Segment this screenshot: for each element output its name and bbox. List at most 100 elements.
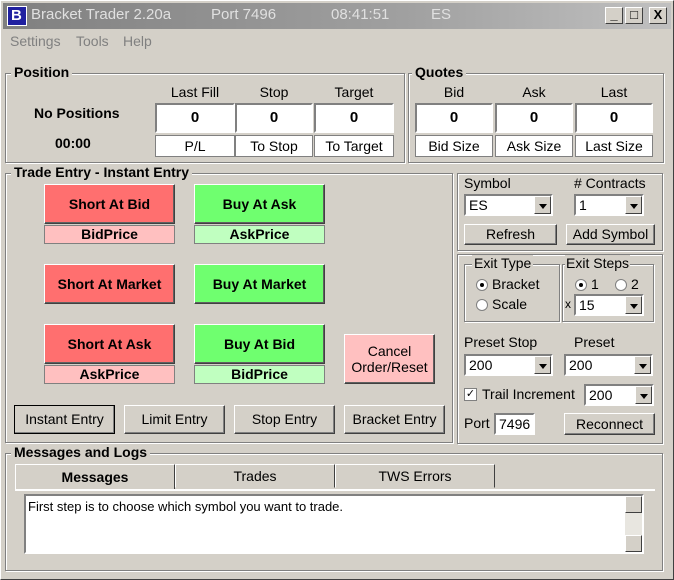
clock: 08:41:51 <box>331 6 390 23</box>
scroll-down-icon[interactable] <box>625 535 642 552</box>
to-target-value: To Target <box>314 135 394 157</box>
tab-tws-errors[interactable]: TWS Errors <box>335 464 495 488</box>
trail-increment-value: 200 <box>589 387 613 403</box>
preset-label: Preset <box>574 334 615 350</box>
position-timer: 00:00 <box>55 135 91 151</box>
cancel-line-2: Order/Reset <box>351 359 428 375</box>
steps-1-label: 1 <box>591 276 599 292</box>
steps-select-value: 15 <box>579 297 595 313</box>
symbol-label: Symbol <box>464 175 511 191</box>
menu-tools[interactable]: Tools <box>76 33 109 49</box>
last-size: Last Size <box>575 135 653 157</box>
to-stop-value: To Stop <box>235 135 313 157</box>
tab-trades[interactable]: Trades <box>175 464 335 488</box>
ask-value: 0 <box>495 103 573 133</box>
port-input[interactable]: 7496 <box>494 413 535 435</box>
buy-at-market-button[interactable]: Buy At Market <box>194 264 325 304</box>
steps-2-radio[interactable] <box>615 279 627 291</box>
preset-stop-select[interactable]: 200 <box>464 354 553 376</box>
menu-help[interactable]: Help <box>123 33 152 49</box>
preset-select[interactable]: 200 <box>564 354 653 376</box>
trail-increment-label: Trail Increment <box>482 386 575 402</box>
maximize-button[interactable]: □ <box>625 7 643 24</box>
chevron-down-icon[interactable] <box>625 296 642 314</box>
app-title: Bracket Trader 2.20a <box>31 6 172 23</box>
exit-type-label: Exit Type <box>472 255 534 271</box>
add-symbol-button[interactable]: Add Symbol <box>566 224 655 245</box>
title-bar[interactable]: B Bracket Trader 2.20a Port 7496 08:41:5… <box>3 3 671 29</box>
last-header: Last <box>600 84 628 100</box>
short-at-market-button[interactable]: Short At Market <box>44 264 175 304</box>
exit-type-group <box>464 264 560 322</box>
steps-select[interactable]: 15 <box>574 294 644 316</box>
symbol-select[interactable]: ES <box>464 194 553 216</box>
quotes-group-label: Quotes <box>412 64 467 80</box>
steps-2-label: 2 <box>631 276 639 292</box>
cancel-order-reset-button[interactable]: Cancel Order/Reset <box>344 334 435 384</box>
buy-at-bid-button[interactable]: Buy At Bid <box>194 324 325 364</box>
menu-settings[interactable]: Settings <box>10 33 61 49</box>
short-at-bid-button[interactable]: Short At Bid <box>44 184 175 224</box>
stop-value: 0 <box>235 103 313 133</box>
exit-steps-label: Exit Steps <box>565 255 631 271</box>
chevron-down-icon[interactable] <box>534 356 551 374</box>
contracts-select[interactable]: 1 <box>574 194 644 216</box>
bid-price-label-2: BidPrice <box>194 365 325 384</box>
preset-stop-value: 200 <box>469 357 493 373</box>
last-fill-value: 0 <box>155 103 235 133</box>
bracket-radio-label: Bracket <box>492 276 540 292</box>
bid-price-label: BidPrice <box>44 225 175 244</box>
cancel-line-1: Cancel <box>367 343 412 359</box>
preset-stop-label: Preset Stop <box>464 334 538 350</box>
contracts-select-value: 1 <box>579 197 587 213</box>
refresh-button[interactable]: Refresh <box>464 224 557 245</box>
ask-header: Ask <box>522 84 546 100</box>
contracts-label: # Contracts <box>574 175 646 191</box>
port-input-value: 7496 <box>499 416 531 432</box>
steps-multiplier-label: x <box>565 297 571 311</box>
preset-value: 200 <box>569 357 593 373</box>
stop-entry-button[interactable]: Stop Entry <box>234 405 335 434</box>
bracket-entry-button[interactable]: Bracket Entry <box>344 405 445 434</box>
trade-entry-group-label: Trade Entry - Instant Entry <box>11 164 193 180</box>
messages-group-label: Messages and Logs <box>11 444 151 460</box>
messages-textarea[interactable]: First step is to choose which symbol you… <box>24 494 644 554</box>
pl-value: P/L <box>155 135 235 157</box>
bid-size: Bid Size <box>415 135 493 157</box>
ask-size: Ask Size <box>495 135 573 157</box>
symbol-select-value: ES <box>469 197 488 213</box>
last-value: 0 <box>575 103 653 133</box>
reconnect-button[interactable]: Reconnect <box>564 413 655 435</box>
stop-header: Stop <box>259 84 289 100</box>
chevron-down-icon[interactable] <box>625 196 642 214</box>
trail-increment-select[interactable]: 200 <box>584 384 654 406</box>
buy-at-ask-button[interactable]: Buy At Ask <box>194 184 325 224</box>
minimize-button[interactable]: _ <box>605 7 623 24</box>
limit-entry-button[interactable]: Limit Entry <box>124 405 225 434</box>
position-group-label: Position <box>11 64 73 80</box>
bracket-radio[interactable] <box>476 279 488 291</box>
target-header: Target <box>334 84 374 100</box>
close-button[interactable]: X <box>649 7 667 24</box>
scroll-up-icon[interactable] <box>625 496 642 513</box>
scale-radio[interactable] <box>476 299 488 311</box>
tab-panel-edge <box>15 489 655 491</box>
trail-increment-checkbox[interactable]: ✓ <box>464 388 477 401</box>
short-at-ask-button[interactable]: Short At Ask <box>44 324 175 364</box>
bid-header: Bid <box>443 84 465 100</box>
main-window: B Bracket Trader 2.20a Port 7496 08:41:5… <box>0 0 674 580</box>
title-symbol: ES <box>431 6 452 23</box>
steps-1-radio[interactable] <box>575 279 587 291</box>
port-indicator: Port 7496 <box>211 6 277 23</box>
bid-value: 0 <box>415 103 493 133</box>
instant-entry-button[interactable]: Instant Entry <box>14 405 115 434</box>
tab-messages[interactable]: Messages <box>15 464 175 490</box>
port-label: Port <box>464 415 490 431</box>
chevron-down-icon[interactable] <box>634 356 651 374</box>
last-fill-header: Last Fill <box>170 84 220 100</box>
chevron-down-icon[interactable] <box>635 386 652 404</box>
messages-scrollbar[interactable] <box>625 496 642 552</box>
position-status: No Positions <box>34 105 120 121</box>
chevron-down-icon[interactable] <box>534 196 551 214</box>
ask-price-label: AskPrice <box>194 225 325 244</box>
